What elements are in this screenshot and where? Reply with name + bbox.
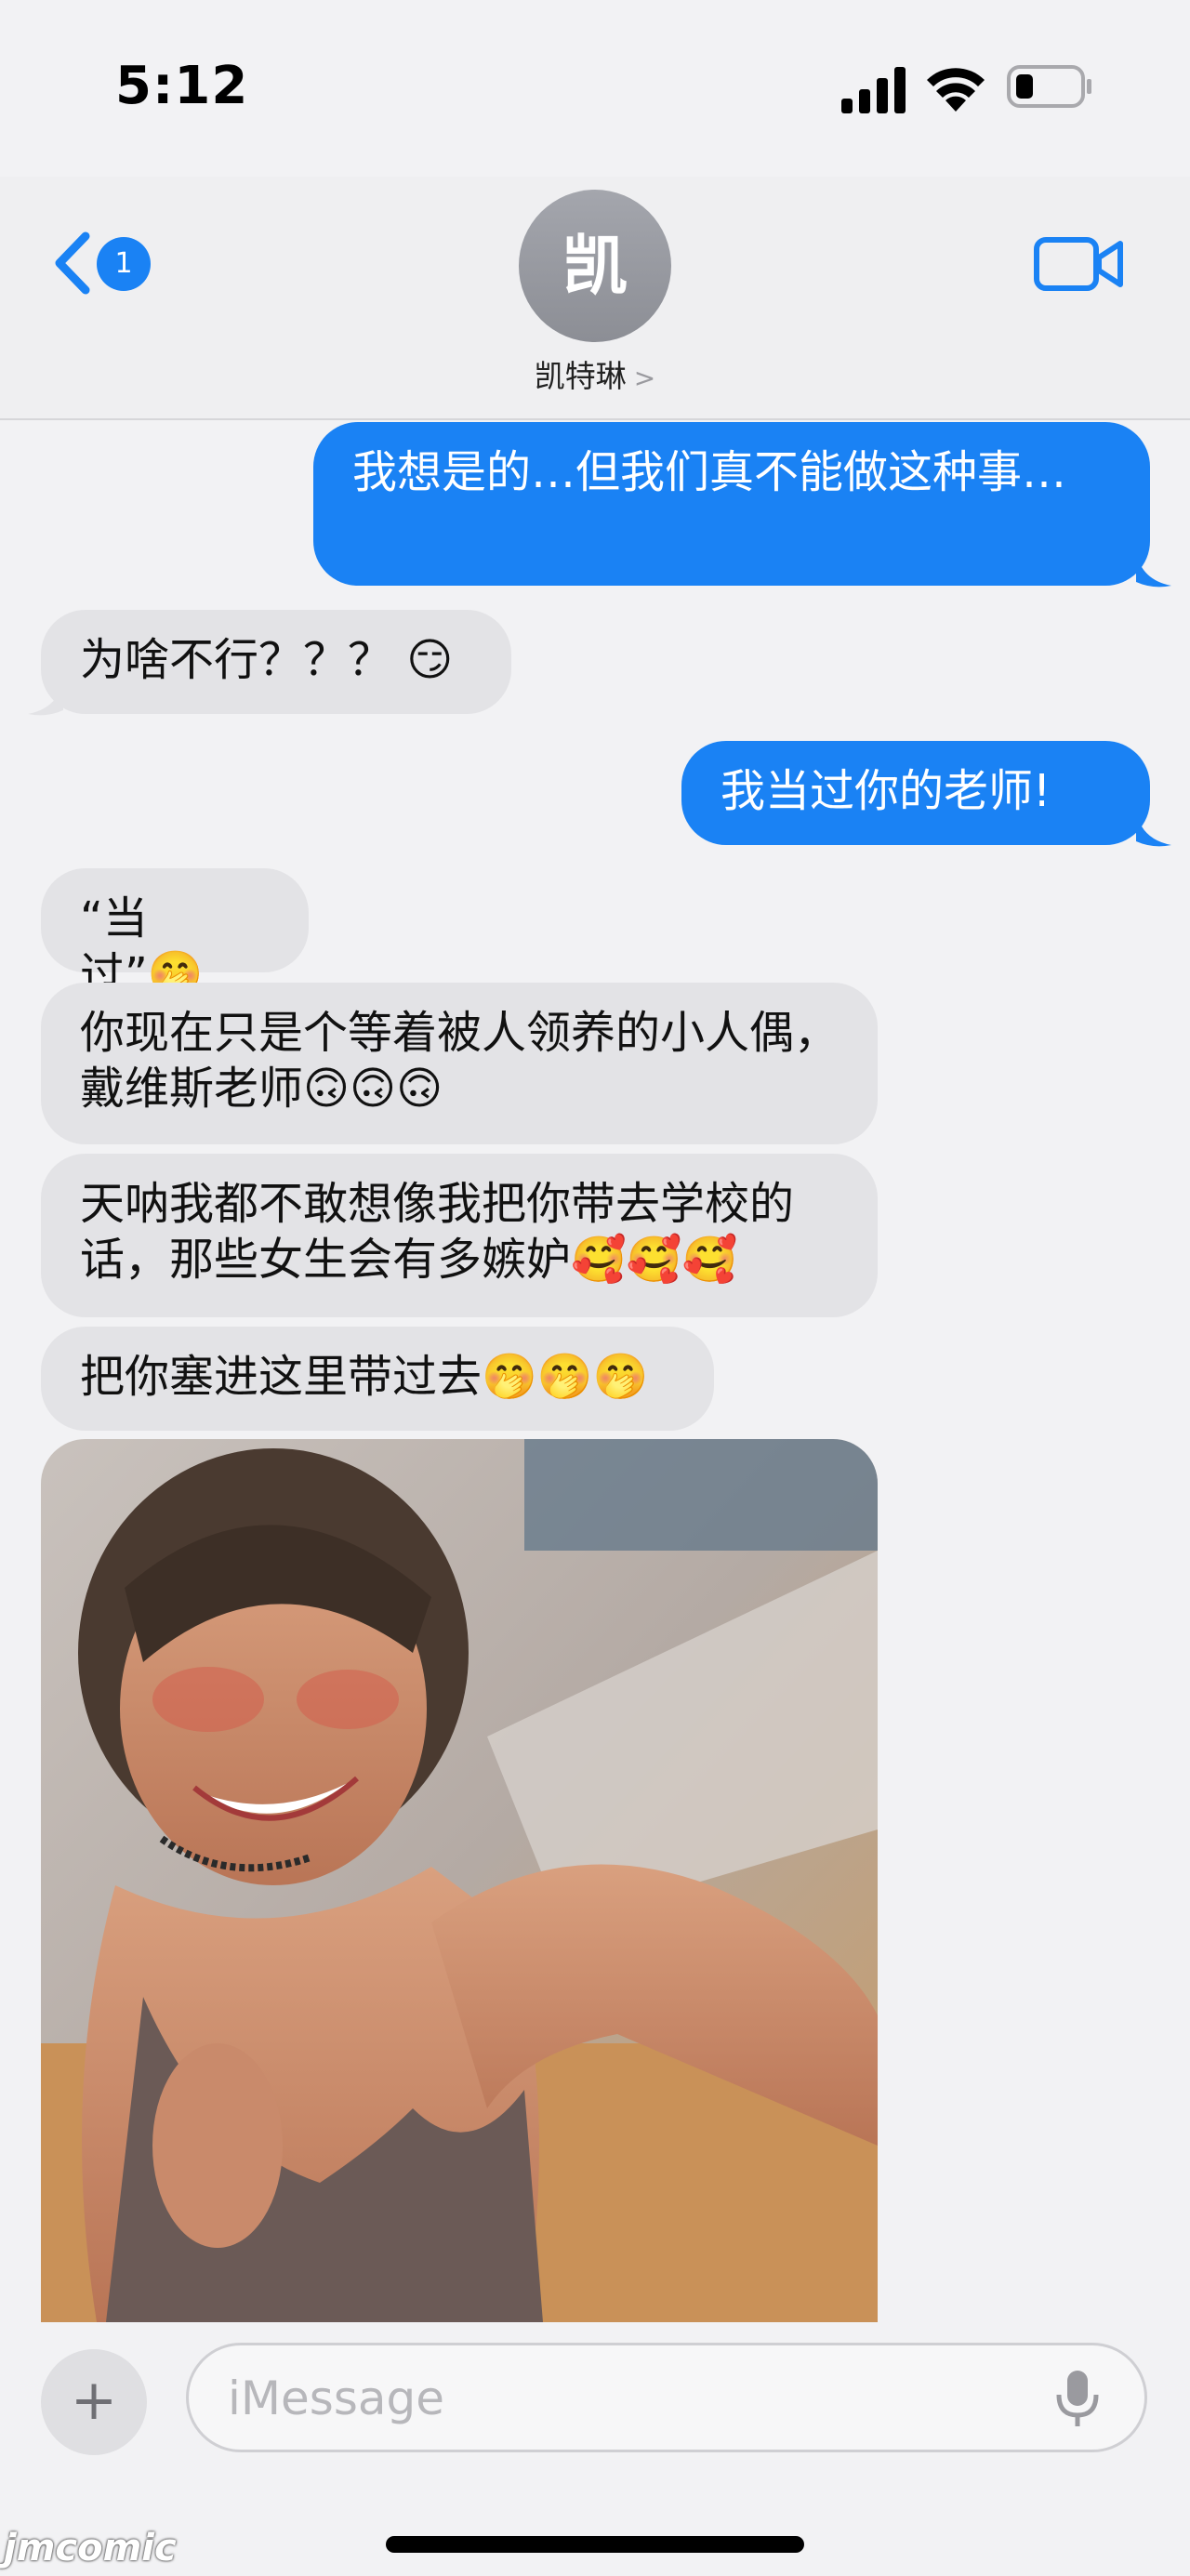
- bubble-tail: [1136, 812, 1171, 847]
- photo-attachment[interactable]: [41, 1439, 878, 2322]
- home-indicator[interactable]: [386, 2536, 804, 2553]
- bubble-tail: [1136, 552, 1171, 588]
- microphone-icon[interactable]: [1053, 2369, 1102, 2430]
- message-text: 天呐我都不敢想像我把你带去学校的话，那些女生会有多嫉妒🥰🥰🥰: [80, 1178, 795, 1286]
- message-text: 把你塞进这里带过去🤭🤭🤭: [80, 1351, 649, 1403]
- plus-button[interactable]: +: [41, 2349, 147, 2455]
- back-chevron-icon[interactable]: [48, 231, 104, 296]
- contact-avatar[interactable]: 凯: [519, 190, 671, 342]
- message-text: 我想是的…但我们真不能做这种事…: [352, 446, 1067, 498]
- message-input-placeholder: iMessage: [228, 2371, 445, 2425]
- message-text: 你现在只是个等着被人领养的小人偶，戴维斯老师🙃🙃🙃: [80, 1007, 840, 1115]
- chevron-right-icon: >: [633, 363, 656, 393]
- message-bubble-sent[interactable]: 我想是的…但我们真不能做这种事…: [313, 422, 1150, 586]
- battery-icon: [1007, 65, 1091, 108]
- message-bubble-sent[interactable]: 我当过你的老师!: [681, 741, 1150, 845]
- video-call-icon[interactable]: [1034, 234, 1123, 294]
- message-bubble-received[interactable]: 你现在只是个等着被人领养的小人偶，戴维斯老师🙃🙃🙃: [41, 983, 878, 1144]
- message-text: 我当过你的老师!: [721, 765, 1051, 817]
- message-bubble-received[interactable]: 把你塞进这里带过去🤭🤭🤭: [41, 1327, 714, 1431]
- message-bubble-received[interactable]: 为啥不行？？？ 😏: [41, 610, 511, 714]
- contact-name-label: 凯特琳: [534, 358, 627, 394]
- watermark: jmcomic: [4, 2527, 177, 2569]
- message-bubble-received[interactable]: 天呐我都不敢想像我把你带去学校的话，那些女生会有多嫉妒🥰🥰🥰: [41, 1154, 878, 1317]
- unread-count-badge[interactable]: 1: [97, 237, 151, 291]
- wifi-icon: [927, 68, 985, 112]
- contact-name[interactable]: 凯特琳 >: [0, 351, 1190, 396]
- message-bubble-received[interactable]: “当过”🤭: [41, 868, 309, 1000]
- status-time: 5:12: [115, 56, 249, 116]
- cellular-signal-icon: [841, 67, 906, 113]
- bubble-tail: [28, 680, 63, 716]
- message-input[interactable]: iMessage: [186, 2343, 1147, 2452]
- message-text: 为啥不行？？？ 😏: [80, 634, 454, 686]
